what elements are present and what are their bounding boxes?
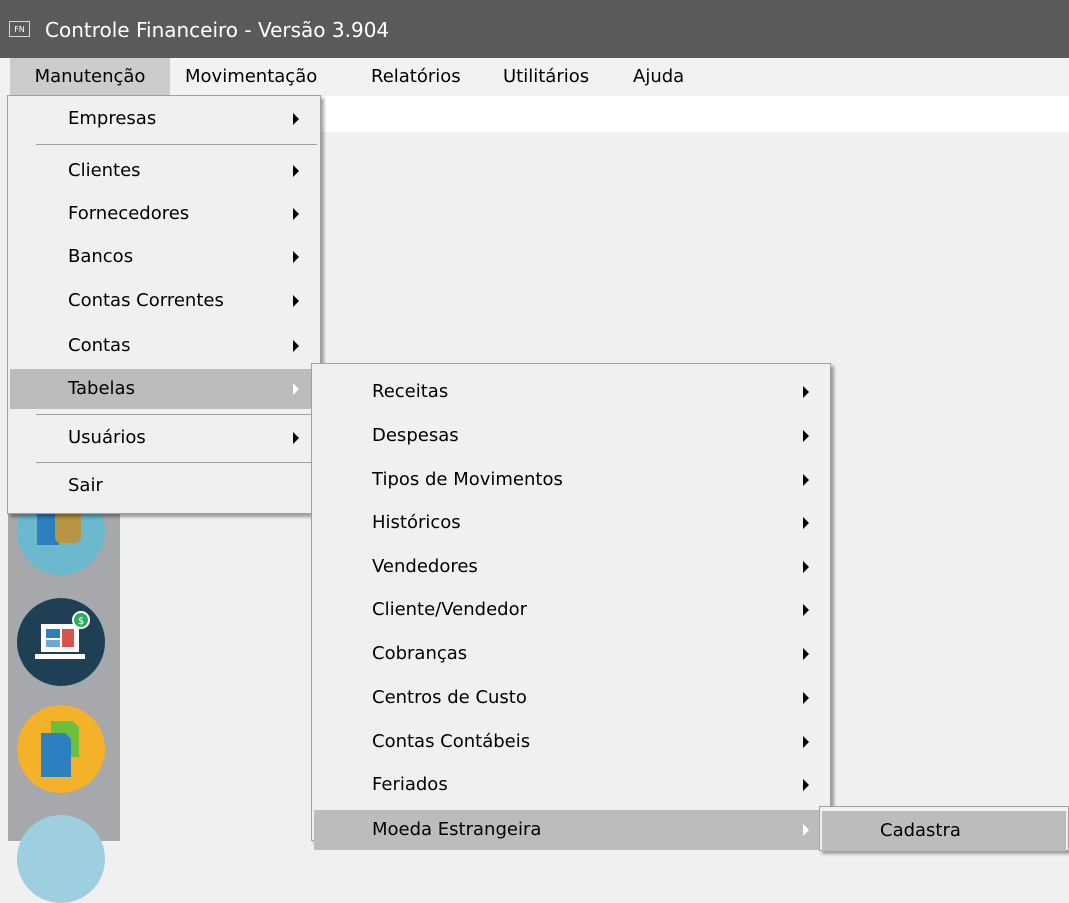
menu-item-label: Feriados bbox=[372, 774, 448, 795]
menu-item-usuarios[interactable]: Usuários bbox=[10, 418, 318, 458]
menu-item-label: Contas Correntes bbox=[68, 290, 224, 311]
submenu-arrow-icon bbox=[293, 208, 299, 220]
menu-item-label: Tabelas bbox=[68, 378, 135, 399]
menu-item-sair[interactable]: Sair bbox=[10, 466, 318, 506]
menu-item-despesas[interactable]: Despesas bbox=[314, 416, 828, 456]
menu-utilitarios[interactable]: Utilitários bbox=[503, 58, 589, 95]
menu-item-label: Usuários bbox=[68, 427, 146, 448]
submenu-arrow-icon bbox=[293, 295, 299, 307]
menu-item-feriados[interactable]: Feriados bbox=[314, 765, 828, 805]
menu-item-label: Centros de Custo bbox=[372, 687, 527, 708]
menu-item-label: Cobranças bbox=[372, 643, 468, 664]
submenu-arrow-icon bbox=[293, 340, 299, 352]
submenu-arrow-icon bbox=[803, 692, 809, 704]
menu-item-receitas[interactable]: Receitas bbox=[314, 372, 828, 412]
submenu-arrow-icon bbox=[803, 561, 809, 573]
laptop-money-icon[interactable]: $ bbox=[17, 598, 105, 686]
menu-item-label: Históricos bbox=[372, 512, 461, 533]
submenu-arrow-icon bbox=[803, 648, 809, 660]
menu-item-tabelas[interactable]: Tabelas bbox=[10, 369, 318, 409]
submenu-arrow-icon bbox=[803, 386, 809, 398]
menu-item-label: Empresas bbox=[68, 108, 157, 129]
menu-item-vendedores[interactable]: Vendedores bbox=[314, 547, 828, 587]
submenu-arrow-icon bbox=[803, 779, 809, 791]
submenu-arrow-icon bbox=[293, 113, 299, 125]
menu-item-cliente-vendedor[interactable]: Cliente/Vendedor bbox=[314, 590, 828, 630]
submenu-arrow-icon bbox=[803, 604, 809, 616]
menu-item-label: Moeda Estrangeira bbox=[372, 819, 542, 840]
menu-item-label: Fornecedores bbox=[68, 203, 190, 224]
menu-item-label: Tipos de Movimentos bbox=[372, 469, 563, 490]
submenu-arrow-icon bbox=[803, 824, 809, 836]
menu-bar: Manutenção Movimentação Relatórios Utili… bbox=[0, 58, 1069, 95]
menu-item-label: Cadastra bbox=[880, 820, 961, 841]
window-title: Controle Financeiro - Versão 3.904 bbox=[45, 18, 390, 42]
circle-icon[interactable] bbox=[17, 815, 105, 903]
menu-item-cadastra[interactable]: Cadastra bbox=[822, 811, 1066, 851]
menu-item-label: Bancos bbox=[68, 246, 134, 267]
menu-item-centros-de-custo[interactable]: Centros de Custo bbox=[314, 678, 828, 718]
submenu-arrow-icon bbox=[803, 430, 809, 442]
menu-item-label: Cliente/Vendedor bbox=[372, 599, 527, 620]
menu-item-label: Despesas bbox=[372, 425, 459, 446]
menu-separator bbox=[36, 414, 317, 415]
menu-item-contas[interactable]: Contas bbox=[10, 326, 318, 366]
manutencao-dropdown: Empresas Clientes Fornecedores Bancos Co… bbox=[7, 95, 321, 514]
menu-item-contas-contabeis[interactable]: Contas Contábeis bbox=[314, 722, 828, 762]
toolbar-area bbox=[320, 96, 1069, 132]
menu-item-moeda-estrangeira[interactable]: Moeda Estrangeira bbox=[314, 810, 828, 850]
menu-item-label: Clientes bbox=[68, 160, 141, 181]
menu-item-label: Contas bbox=[68, 335, 131, 356]
menu-item-clientes[interactable]: Clientes bbox=[10, 151, 318, 191]
submenu-arrow-icon bbox=[293, 165, 299, 177]
app-icon[interactable]: FN bbox=[9, 21, 30, 37]
submenu-arrow-icon bbox=[293, 251, 299, 263]
submenu-arrow-icon bbox=[803, 517, 809, 529]
menu-item-contas-correntes[interactable]: Contas Correntes bbox=[10, 281, 318, 321]
menu-relatorios[interactable]: Relatórios bbox=[371, 58, 461, 95]
menu-ajuda[interactable]: Ajuda bbox=[633, 58, 684, 95]
submenu-arrow-icon bbox=[803, 736, 809, 748]
menu-separator bbox=[36, 462, 317, 463]
menu-manutencao[interactable]: Manutenção bbox=[10, 58, 170, 95]
svg-text:$: $ bbox=[78, 616, 84, 627]
menu-item-historicos[interactable]: Históricos bbox=[314, 503, 828, 543]
menu-item-cobrancas[interactable]: Cobranças bbox=[314, 634, 828, 674]
menu-item-label: Sair bbox=[68, 475, 103, 496]
menu-separator bbox=[36, 144, 317, 145]
submenu-arrow-icon bbox=[293, 383, 299, 395]
menu-item-empresas[interactable]: Empresas bbox=[10, 99, 318, 139]
menu-item-bancos[interactable]: Bancos bbox=[10, 237, 318, 277]
documents-icon[interactable] bbox=[17, 705, 105, 793]
moeda-estrangeira-submenu: Cadastra bbox=[819, 806, 1069, 851]
menu-movimentacao[interactable]: Movimentação bbox=[185, 58, 317, 95]
tabelas-submenu: Receitas Despesas Tipos de Movimentos Hi… bbox=[311, 363, 831, 850]
menu-item-label: Contas Contábeis bbox=[372, 731, 531, 752]
menu-item-tipos-de-movimentos[interactable]: Tipos de Movimentos bbox=[314, 460, 828, 500]
menu-item-label: Vendedores bbox=[372, 556, 478, 577]
menu-item-fornecedores[interactable]: Fornecedores bbox=[10, 194, 318, 234]
title-bar: FN Controle Financeiro - Versão 3.904 bbox=[0, 0, 1069, 58]
submenu-arrow-icon bbox=[803, 474, 809, 486]
menu-item-label: Receitas bbox=[372, 381, 449, 402]
submenu-arrow-icon bbox=[293, 432, 299, 444]
